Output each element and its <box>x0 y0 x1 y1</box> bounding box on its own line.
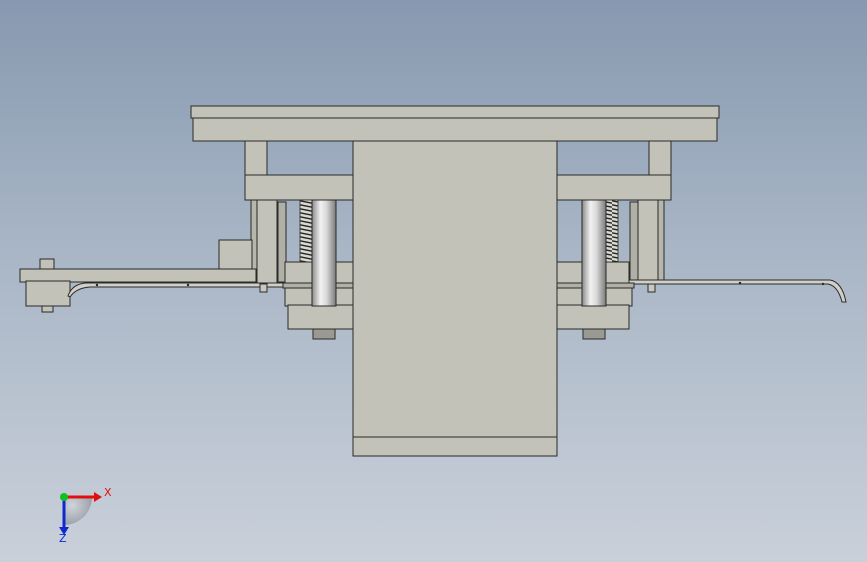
assembly-front-view[interactable] <box>0 0 867 562</box>
right-guide-shaft[interactable] <box>581 199 607 307</box>
rivet-dot <box>186 283 190 287</box>
central-column[interactable] <box>352 140 558 438</box>
left-guide-shaft[interactable] <box>311 199 337 307</box>
rivet-dot <box>821 282 825 286</box>
left-outer-guide-2[interactable] <box>256 199 278 285</box>
right-post[interactable] <box>648 140 672 177</box>
top-plate-upper[interactable] <box>190 105 720 119</box>
left-small-block[interactable] <box>218 239 253 271</box>
right-mid-bar[interactable] <box>629 201 639 283</box>
z-axis-label: Z <box>59 532 67 545</box>
right-base-block[interactable] <box>556 304 630 330</box>
right-thin-sheet <box>624 279 847 303</box>
left-post[interactable] <box>244 140 268 177</box>
left-arm-pin <box>259 283 268 293</box>
top-plate-lower[interactable] <box>192 117 718 142</box>
left-bracket[interactable] <box>244 174 354 201</box>
x-axis-arrowhead <box>94 492 102 502</box>
x-axis-label: X <box>104 486 112 499</box>
y-axis-point <box>60 493 68 501</box>
cad-viewport[interactable]: X Z <box>0 0 867 562</box>
left-end-nut[interactable] <box>39 258 55 270</box>
left-base-block[interactable] <box>287 304 354 330</box>
left-end-clamp[interactable] <box>25 280 71 307</box>
right-spring <box>605 199 619 263</box>
coordinate-triad <box>59 492 102 535</box>
rivet-dot <box>95 283 99 287</box>
rivet-dot <box>738 281 742 285</box>
right-shaft-nut[interactable] <box>582 328 606 340</box>
right-outer-guide-2[interactable] <box>657 199 665 285</box>
left-end-bolt-bottom[interactable] <box>41 305 54 313</box>
left-shaft-nut[interactable] <box>312 328 336 340</box>
triad-shade <box>64 497 92 525</box>
right-arm-pin <box>647 283 656 293</box>
right-bracket[interactable] <box>556 174 672 201</box>
left-arm-plate[interactable] <box>19 268 257 283</box>
central-column-foot[interactable] <box>352 436 558 457</box>
left-spring <box>299 199 313 263</box>
left-thin-sheet <box>67 282 293 298</box>
right-outer-guide[interactable] <box>637 199 659 285</box>
